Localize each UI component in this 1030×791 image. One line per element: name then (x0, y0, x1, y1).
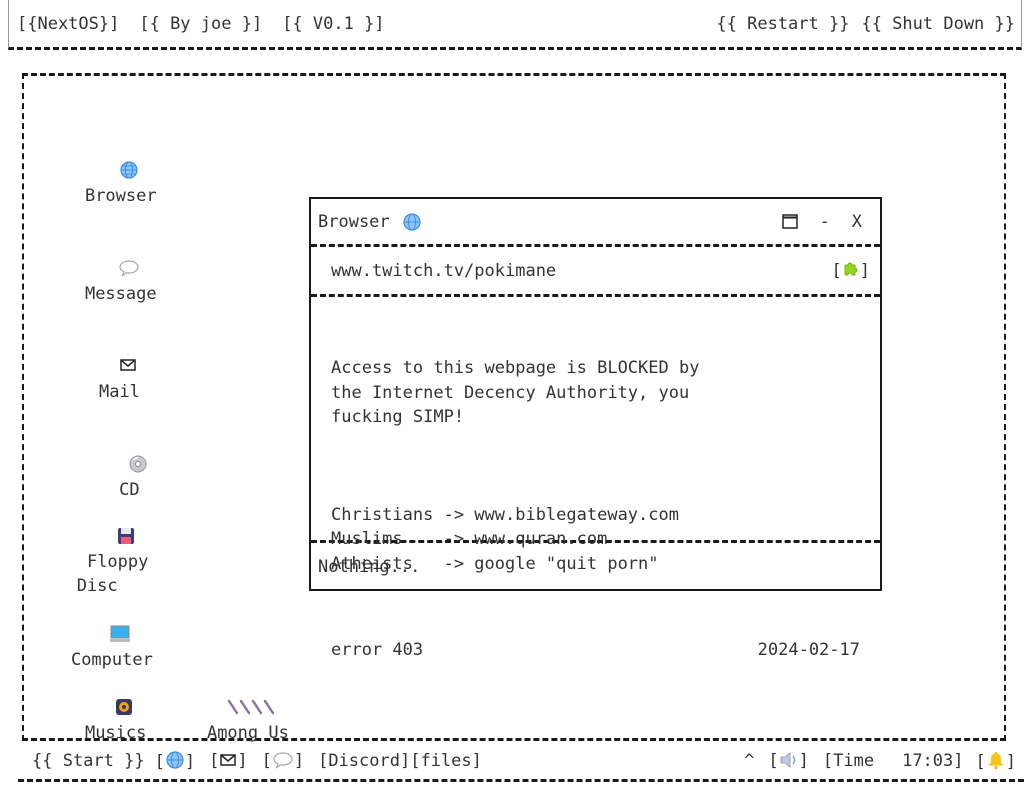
restart-button[interactable]: {{ Restart }} (716, 14, 849, 34)
bracket-close: ] (237, 750, 248, 771)
computer-icon (30, 600, 153, 642)
taskbar-mail-button[interactable]: [] (209, 751, 248, 771)
status-text: Nothing... (318, 557, 421, 577)
top-bar-left: [{NextOS}] [{ By joe }] [{ V0.1 }] (17, 14, 385, 34)
clock[interactable]: 17:03] (902, 751, 963, 771)
taskbar: {{ Start }} [] [] [] [Discord] [files] ^… (18, 742, 1024, 782)
envelope-icon (58, 332, 140, 371)
bell-icon (986, 751, 1006, 772)
bracket-close: ] (184, 751, 196, 772)
page-content: Access to this webpage is BLOCKED by the… (311, 297, 880, 660)
cd-icon (70, 430, 148, 473)
window-title-bar[interactable]: Browser - X (311, 199, 880, 247)
extension-button[interactable]: [] (832, 260, 871, 281)
among-us-icon (166, 673, 289, 715)
taskbar-left: {{ Start }} [] [] [] [Discord] [files] (32, 750, 482, 772)
speech-bubble-icon (272, 751, 294, 771)
close-button[interactable]: X (852, 212, 862, 232)
address-bar: www.twitch.tv/pokimane [] (311, 247, 880, 297)
puzzle-icon (842, 261, 860, 281)
window-controls: - X (781, 212, 862, 232)
taskbar-browser-button[interactable]: [] (154, 750, 196, 772)
shutdown-button[interactable]: {{ Shut Down }} (861, 14, 1015, 34)
bracket-close: ] (293, 751, 305, 771)
tray-expand-button[interactable]: ^ (744, 751, 754, 771)
author-label: [{ By joe }] (139, 13, 263, 34)
extension-bracket-close: ] (859, 261, 870, 281)
taskbar-files-button[interactable]: [files] (410, 751, 482, 771)
speaker-icon (779, 751, 799, 771)
globe-icon (165, 750, 185, 772)
envelope-icon (219, 751, 237, 771)
top-bar: [{NextOS}] [{ By joe }] [{ V0.1 }] {{ Re… (8, 0, 1022, 50)
bracket-close: ] (798, 750, 809, 771)
time-label: [Time (822, 750, 875, 771)
maximize-button[interactable] (781, 212, 798, 232)
top-bar-right: {{ Restart }} {{ Shut Down }} (716, 14, 1015, 34)
taskbar-right: ^ [] [Time 17:03] [] (744, 750, 1016, 772)
window-title: Browser (318, 211, 390, 232)
minimize-button[interactable]: - (820, 212, 830, 232)
blocked-message: Access to this webpage is BLOCKED by the… (331, 358, 700, 427)
speech-bubble-icon (44, 234, 157, 277)
browser-window: Browser - X www.twitch.tv/pokimane [] Ac… (309, 197, 882, 660)
desktop-icon-label: Musics (84, 723, 147, 743)
desktop-icon-label: Among Us (206, 723, 289, 743)
globe-icon (44, 136, 157, 179)
url-input[interactable]: www.twitch.tv/pokimane (331, 261, 556, 281)
music-icon (44, 673, 146, 715)
bracket-open: [ (209, 750, 220, 771)
start-button[interactable]: {{ Start }} (32, 751, 145, 771)
globe-icon (402, 212, 422, 232)
extension-bracket-open: [ (831, 261, 842, 281)
bracket-close: ] (1005, 751, 1016, 772)
floppy-disk-icon (46, 502, 148, 544)
error-date: 2024-02-17 (757, 640, 860, 660)
bracket-open: [ (261, 751, 272, 771)
volume-button[interactable]: [] (768, 751, 809, 771)
bracket-open: [ (975, 751, 986, 772)
error-code: error 403 (331, 640, 424, 660)
notifications-button[interactable]: [] (975, 750, 1016, 772)
error-row: error 403 2024-02-17 (331, 638, 860, 663)
os-name: [{NextOS}] (17, 13, 120, 34)
taskbar-discord-button[interactable]: [Discord] (318, 751, 410, 771)
taskbar-message-button[interactable]: [] (262, 750, 305, 771)
version-label: [{ V0.1 }] (282, 13, 385, 34)
bracket-open: [ (768, 750, 779, 771)
bracket-open: [ (154, 751, 165, 772)
